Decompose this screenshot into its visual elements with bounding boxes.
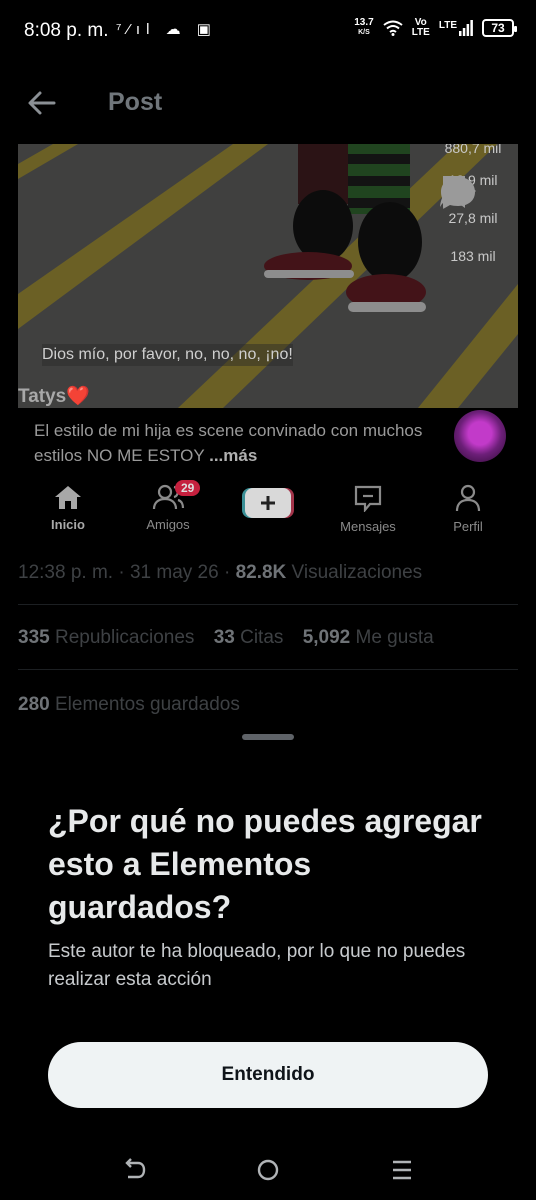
likes-stat[interactable]: 5,092 Me gusta xyxy=(303,627,434,648)
share-action[interactable]: 183 mil xyxy=(440,177,496,264)
bookmarks-value: 280 xyxy=(18,694,50,715)
top-app-bar: Post xyxy=(0,60,536,144)
understood-button[interactable]: Entendido xyxy=(48,1042,488,1108)
likes-value: 5,092 xyxy=(302,627,351,648)
nav-messages-label: Mensajes xyxy=(340,519,396,534)
separator: · xyxy=(113,562,130,583)
post-meta-line: 12:38 p. m. · 31 may 26 · 82.8K Visualiz… xyxy=(18,562,422,584)
views-label: Visualizaciones xyxy=(286,562,423,583)
author-name: Tatys❤️ xyxy=(18,386,90,407)
battery-level: 73 xyxy=(491,21,505,35)
reposts-stat[interactable]: 335 Republicaciones xyxy=(18,627,194,648)
reposts-label: Republicaciones xyxy=(49,627,195,648)
sheet-drag-handle[interactable] xyxy=(242,734,294,740)
embedded-app-nav: Inicio 29 Amigos Mensajes Perfil xyxy=(18,478,518,540)
status-bar: 8:08 p. m. ⁷⁄ıl ☁ ▣ 13.7 K/S Vo LTE LTE xyxy=(0,0,536,60)
home-icon xyxy=(55,486,81,509)
views-value: 82.8K xyxy=(235,562,287,583)
sound-avatar[interactable] xyxy=(454,410,506,462)
likes-partial-count: 880,7 mil xyxy=(444,144,502,156)
wifi-icon xyxy=(383,20,403,36)
post-time: 12:38 p. m. xyxy=(18,562,114,583)
divider xyxy=(18,669,518,670)
engagement-line: 335 Republicaciones 33 Citas 5,092 Me gu… xyxy=(18,627,434,649)
bottom-sheet: ¿Por qué no puedes agregar esto a Elemen… xyxy=(0,722,536,1200)
network-speed-unit: K/S xyxy=(358,29,370,36)
quotes-stat[interactable]: 33 Citas xyxy=(214,627,284,648)
shares-count: 183 mil xyxy=(450,248,496,264)
post-date: 31 may 26 xyxy=(129,562,219,583)
friends-badge: 29 xyxy=(175,480,201,496)
nav-home-label: Inicio xyxy=(51,517,85,532)
network-speed-value: 13.7 xyxy=(354,17,374,28)
battery-icon: 73 xyxy=(482,19,517,37)
separator: · xyxy=(218,562,236,583)
signal-icon xyxy=(459,20,473,36)
volte-bottom: LTE xyxy=(411,27,430,38)
more-link[interactable]: ...más xyxy=(209,446,257,465)
post-media[interactable]: Dios mío, por favor, no, no, no, ¡no! 88… xyxy=(18,144,518,408)
video-author[interactable]: Tatys❤️ xyxy=(18,384,90,408)
bookmarks-line: 280 Elementos guardados xyxy=(18,694,240,716)
nav-friends[interactable]: 29 Amigos xyxy=(123,480,213,532)
network-speed: 13.7 K/S xyxy=(354,18,373,38)
nav-friends-label: Amigos xyxy=(146,517,190,532)
divider xyxy=(18,604,518,605)
nav-profile[interactable]: Perfil xyxy=(423,484,513,534)
inbox-message-icon xyxy=(354,485,382,514)
video-caption: Dios mío, por favor, no, no, no, ¡no! xyxy=(42,344,293,366)
nav-home[interactable]: Inicio xyxy=(23,484,113,532)
page-title: Post xyxy=(108,88,163,116)
reposts-value: 335 xyxy=(18,627,50,648)
nav-profile-label: Perfil xyxy=(453,519,483,534)
profile-person-icon xyxy=(455,484,481,512)
system-navigation-bar xyxy=(0,1140,536,1200)
system-back-icon[interactable] xyxy=(120,1156,148,1184)
quotes-label: Citas xyxy=(234,627,284,648)
signal-group: LTE xyxy=(439,20,473,36)
system-home-icon[interactable] xyxy=(254,1156,282,1184)
saves-count: 27,8 mil xyxy=(448,210,498,226)
sheet-title: ¿Por qué no puedes agregar esto a Elemen… xyxy=(48,803,482,925)
likes-label: Me gusta xyxy=(350,627,434,648)
lte-label: LTE xyxy=(438,20,457,31)
volte-indicator: Vo LTE xyxy=(412,18,430,38)
status-time: 8:08 p. m. xyxy=(24,20,109,41)
status-right-group: 13.7 K/S Vo LTE LTE 73 xyxy=(354,18,517,38)
video-side-actions: 880,7 mil 13,9 mil 27,8 mil 183 mil xyxy=(438,144,508,282)
system-menu-icon[interactable] xyxy=(388,1156,416,1184)
notification-icons: ⁷⁄ıl ☁ ▣ xyxy=(116,21,217,38)
nav-messages[interactable]: Mensajes xyxy=(323,484,413,534)
share-arrow-icon xyxy=(440,177,476,207)
video-description: El estilo de mi hija es scene convinado … xyxy=(34,418,424,468)
sheet-message: Este autor te ha bloqueado, por lo que n… xyxy=(48,941,466,990)
bookmarks-label: Elementos guardados xyxy=(49,694,240,715)
quotes-value: 33 xyxy=(213,627,235,648)
create-plus-icon[interactable] xyxy=(242,486,294,520)
back-arrow-icon[interactable] xyxy=(26,88,58,118)
